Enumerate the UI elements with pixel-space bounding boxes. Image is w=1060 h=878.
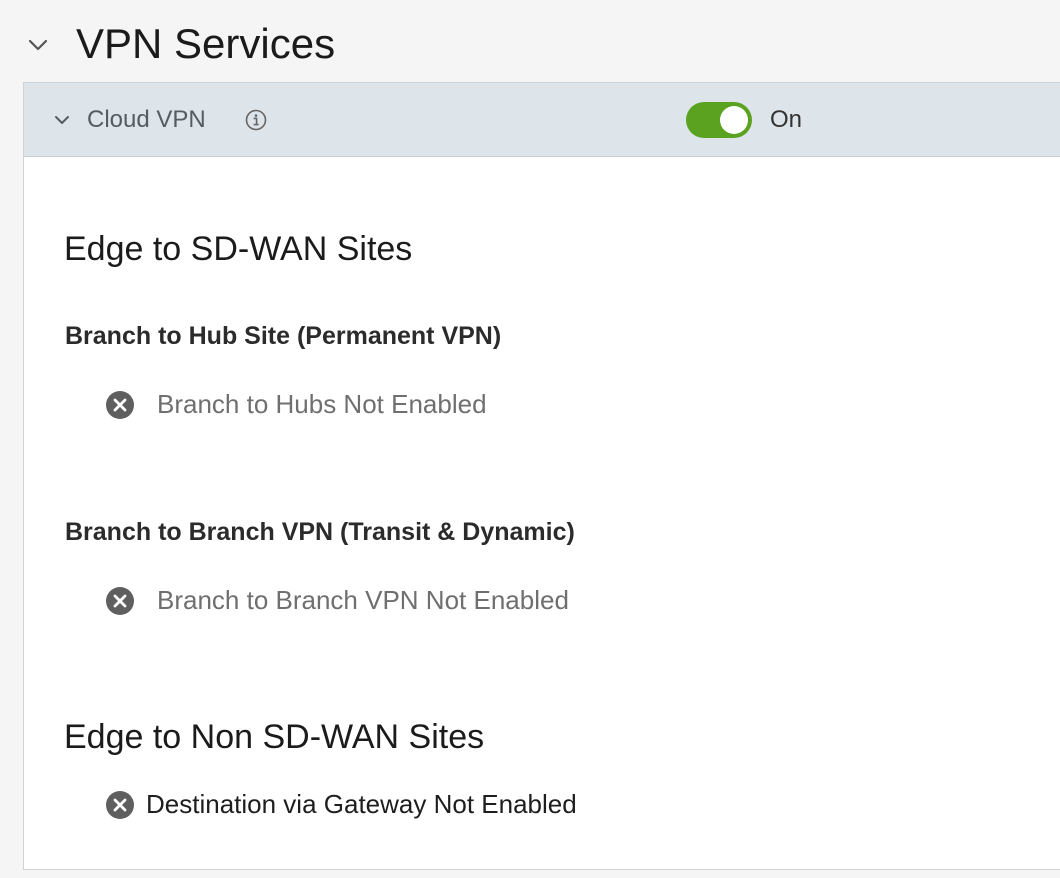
status-text: Branch to Branch VPN Not Enabled: [157, 585, 569, 615]
edge-to-non-sdwan-heading: Edge to Non SD-WAN Sites: [64, 718, 485, 756]
destination-via-gateway-status: Destination via Gateway Not Enabled: [106, 787, 706, 821]
branch-to-hub-heading: Branch to Hub Site (Permanent VPN): [65, 322, 502, 350]
status-text: Branch to Hubs Not Enabled: [157, 389, 487, 419]
vpn-services-header: VPN Services: [0, 0, 1060, 82]
cloud-vpn-card: Cloud VPN On Edge to SD-WAN Sites Branch…: [23, 82, 1060, 870]
toggle-knob: [720, 106, 748, 134]
close-circle-icon: [106, 791, 134, 819]
card-title: Cloud VPN: [87, 106, 206, 133]
cloud-vpn-card-header: Cloud VPN On: [24, 83, 1060, 157]
chevron-down-icon[interactable]: [26, 33, 50, 57]
branch-to-branch-heading: Branch to Branch VPN (Transit & Dynamic): [65, 518, 575, 546]
status-text: Destination via Gateway Not Enabled: [146, 789, 577, 819]
info-icon[interactable]: [245, 109, 267, 131]
chevron-down-icon[interactable]: [52, 110, 72, 130]
cloud-vpn-toggle[interactable]: [686, 102, 752, 138]
edge-to-sdwan-heading: Edge to SD-WAN Sites: [64, 230, 413, 268]
section-title: VPN Services: [76, 20, 336, 67]
branch-to-hub-status: Branch to Hubs Not Enabled: [106, 387, 606, 421]
branch-to-branch-status: Branch to Branch VPN Not Enabled: [106, 583, 706, 617]
close-circle-icon: [106, 391, 134, 419]
toggle-state-label: On: [770, 106, 803, 133]
close-circle-icon: [106, 587, 134, 615]
page: VPN Services Cloud VPN On Edge to SD-WAN…: [0, 0, 1060, 878]
